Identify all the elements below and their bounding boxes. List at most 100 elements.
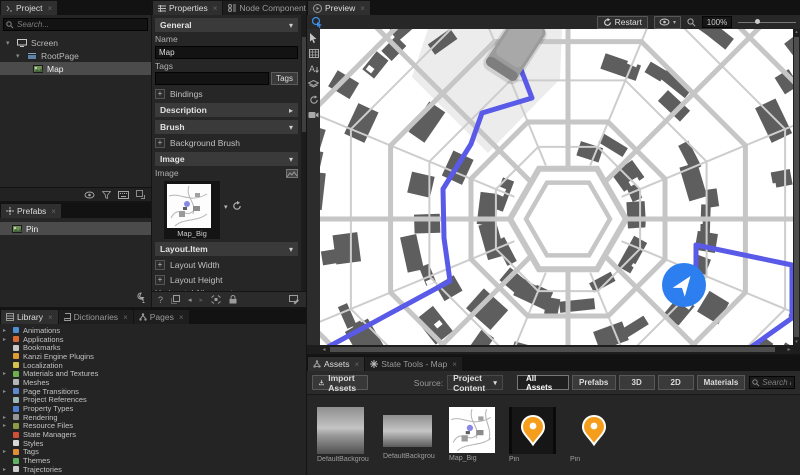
forward-icon[interactable]: ▸ [200,296,204,304]
cursor-tool-icon[interactable] [309,33,318,43]
project-search-input[interactable] [3,18,148,31]
rotate-tool-icon[interactable] [309,95,319,105]
horizontal-scrollbar-thumb[interactable] [330,347,775,352]
layers-tool-icon[interactable] [308,80,319,89]
tree-item-rootpage[interactable]: ▾ RootPage [0,49,151,62]
library-item-bookmarks[interactable]: Bookmarks [0,343,306,352]
filter-prefabs[interactable]: Prefabs [572,375,616,390]
brush-section-header[interactable]: Brush ▾ [155,120,298,134]
vertical-scrollbar-thumb[interactable] [794,37,799,337]
layout-item-section-header[interactable]: Layout.Item ▾ [155,242,298,256]
image-section-header[interactable]: Image ▾ [155,152,298,166]
zoom-slider-handle[interactable] [755,19,760,24]
add-binding-icon[interactable]: + [155,89,165,99]
grid-tool-icon[interactable] [309,49,319,58]
expand-icon[interactable]: ▸ [3,466,9,473]
visibility-button[interactable]: ▾ [654,16,681,29]
back-icon[interactable]: ◂ [188,296,192,304]
library-item-project-references[interactable]: Project References [0,396,306,405]
tree-item-screen[interactable]: ▾ Screen [0,36,151,49]
keyboard-icon[interactable] [118,191,129,199]
close-icon[interactable]: × [179,313,184,322]
tab-properties[interactable]: Properties × [153,1,222,15]
pin-properties-icon[interactable] [171,295,180,304]
text-tool-icon[interactable]: A [309,64,319,74]
library-item-animations[interactable]: ▸Animations [0,326,306,335]
filter-3d[interactable]: 3D [619,375,655,390]
preview-viewport[interactable] [320,29,793,345]
map-canvas[interactable] [320,29,793,345]
bindings-row[interactable]: + Bindings [155,87,298,100]
camera-tool-icon[interactable] [308,111,319,119]
expand-all-icon[interactable] [211,295,221,304]
close-icon[interactable]: × [452,360,457,369]
add-layout-height-icon[interactable]: + [155,275,165,285]
tab-preview[interactable]: Preview × [308,1,370,15]
close-icon[interactable]: × [360,4,365,13]
interact-tool-icon[interactable] [311,16,323,28]
library-item-styles[interactable]: Styles [0,439,306,448]
tab-assets[interactable]: Assets × [308,357,364,371]
library-item-applications[interactable]: ▸Applications [0,335,306,344]
image-picker-icon[interactable] [286,169,298,178]
import-assets-button[interactable]: Import Assets [312,375,368,390]
add-background-brush-icon[interactable]: + [155,138,165,148]
close-icon[interactable]: × [355,360,360,369]
monitor-edit-icon[interactable] [289,295,300,305]
tab-dictionaries[interactable]: Dictionaries × [59,310,133,324]
thumbnail-dropdown-icon[interactable]: ▾ [224,203,228,211]
tab-project[interactable]: Project × [1,1,57,15]
scroll-left-icon[interactable]: ◂ [320,346,328,353]
expand-icon[interactable]: ▸ [3,414,9,421]
help-icon[interactable]: ? [158,295,163,305]
background-brush-row[interactable]: + Background Brush [155,136,298,149]
name-field[interactable] [155,46,298,59]
eye-icon[interactable] [84,191,95,199]
library-item-tags[interactable]: ▸Tags [0,448,306,457]
filter-2d[interactable]: 2D [658,375,694,390]
filter-icon[interactable] [102,191,111,199]
lock-icon[interactable] [229,295,237,304]
zoom-level[interactable]: 100% [702,16,732,28]
source-select[interactable]: Project Content ▾ [447,375,503,390]
tab-library[interactable]: Library × [1,310,58,324]
library-item-rendering[interactable]: ▸Rendering [0,413,306,422]
library-item-meshes[interactable]: Meshes [0,378,306,387]
refresh-icon[interactable] [232,201,242,211]
vertical-scrollbar[interactable]: ▴ ▾ [793,29,800,345]
expand-icon[interactable]: ▸ [3,448,9,455]
prefab-item-pin[interactable]: Pin [0,222,151,235]
settings-icon[interactable] [136,190,145,199]
asset-map-big[interactable]: Map_Big [449,404,495,475]
scroll-down-icon[interactable]: ▾ [793,339,800,345]
close-icon[interactable]: × [123,313,128,322]
expand-icon[interactable]: ▸ [3,336,9,343]
asset-pin-dark[interactable]: Pin [509,404,556,475]
tree-item-map[interactable]: Map [0,62,151,75]
wrench-icon[interactable] [134,292,145,303]
general-section-header[interactable]: General ▾ [155,18,298,32]
library-item-trajectories[interactable]: ▸Trajectories [0,465,306,474]
close-icon[interactable]: × [51,207,56,216]
close-icon[interactable]: × [213,4,218,13]
collapse-icon[interactable]: ▾ [16,52,23,60]
image-thumbnail-box[interactable]: Map_Big [164,181,220,239]
zoom-slider[interactable] [738,16,796,28]
scroll-up-icon[interactable]: ▴ [793,29,800,35]
scroll-right-icon[interactable]: ▸ [785,346,793,353]
expand-icon[interactable]: ▸ [3,388,9,395]
properties-scrollbar[interactable] [301,15,306,291]
asset-pin[interactable]: Pin [570,404,617,475]
library-item-state-managers[interactable]: State Managers [0,430,306,439]
tags-button[interactable]: Tags [271,72,298,85]
tab-prefabs[interactable]: Prefabs × [1,204,61,218]
library-item-localization[interactable]: Localization [0,361,306,370]
expand-icon[interactable]: ▸ [3,327,9,334]
close-icon[interactable]: × [48,313,53,322]
library-item-materials-and-textures[interactable]: ▸Materials and Textures [0,369,306,378]
library-item-kanzi-engine-plugins[interactable]: Kanzi Engine Plugins [0,352,306,361]
close-icon[interactable]: × [47,4,52,13]
description-section-header[interactable]: Description ▸ [155,103,298,117]
filter-materials[interactable]: Materials [697,375,746,390]
expand-icon[interactable]: ▸ [3,422,9,429]
